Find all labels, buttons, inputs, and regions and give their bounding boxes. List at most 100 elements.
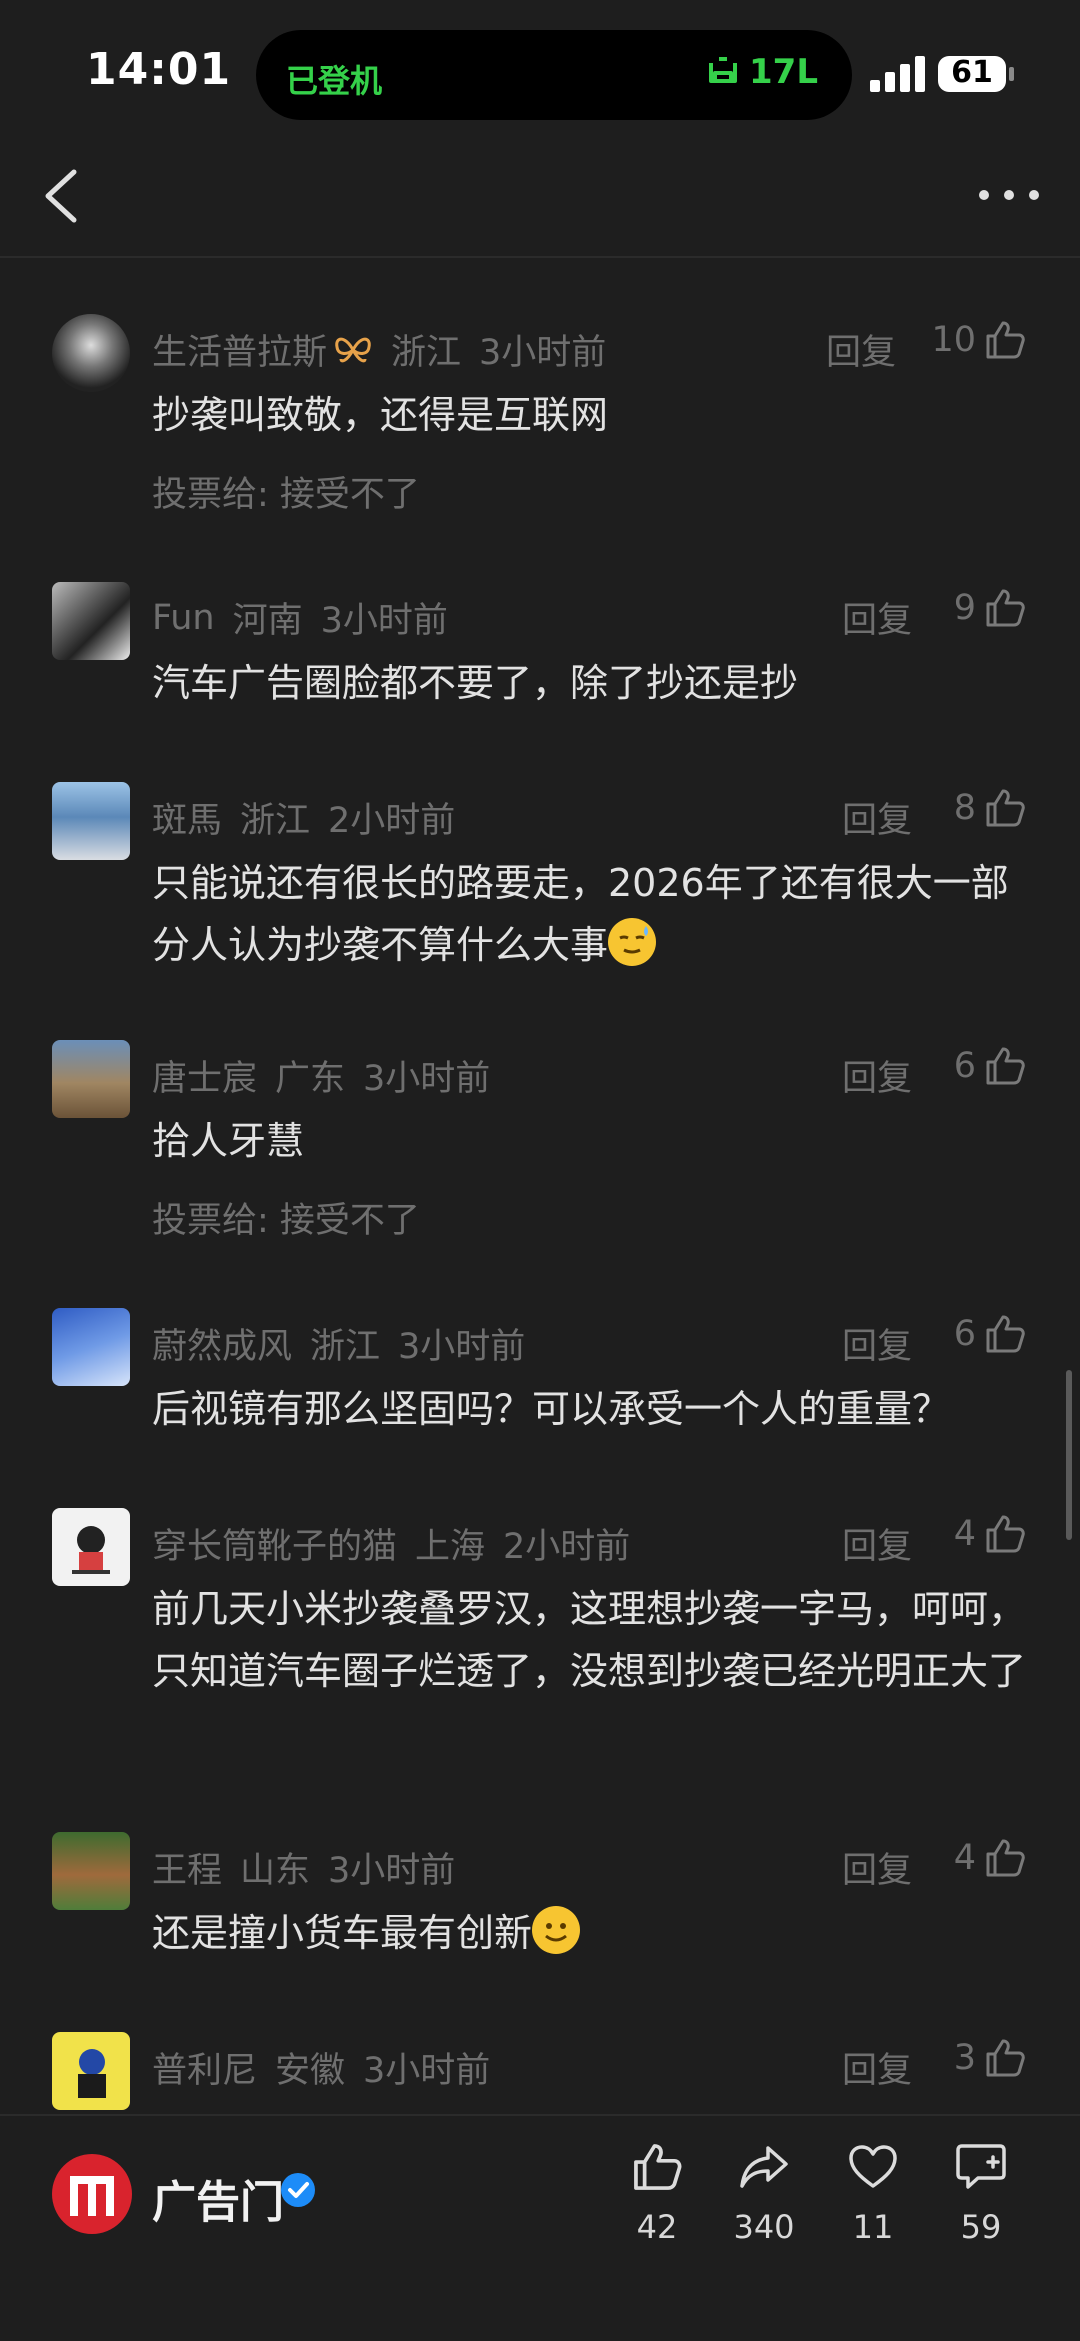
user-location: 广东	[275, 1059, 346, 1099]
thumb-up-icon	[986, 1047, 1025, 1085]
user-location: 上海	[415, 1527, 486, 1567]
username[interactable]: 王程	[152, 1842, 222, 1893]
comment-time: 3小时前	[320, 601, 448, 641]
username[interactable]: 蔚然成风	[152, 1318, 292, 1369]
avatar[interactable]	[52, 1508, 130, 1586]
back-icon[interactable]	[36, 166, 88, 226]
reply-button[interactable]: 回复	[842, 1842, 912, 1893]
verified-icon	[281, 2173, 315, 2207]
like-count: 3	[953, 2038, 976, 2078]
comment-text: 抄袭叫致敬，还得是互联网	[152, 393, 609, 437]
comment-item: 穿长筒靴子的猫 上海 2小时前 回复 4 前几天小米抄袭叠罗汉，这理想抄袭一字马…	[0, 1508, 1080, 1778]
signal-icon	[870, 56, 925, 92]
thumb-up-icon	[986, 1515, 1025, 1553]
comment-meta: Fun 河南 3小时前	[152, 592, 466, 643]
battery-icon: 61	[938, 54, 1016, 94]
scrollbar[interactable]	[1066, 1370, 1072, 1540]
comment-time: 3小时前	[398, 1327, 526, 1367]
comment-text: 还是撞小货车最有创新	[152, 1902, 1032, 1964]
comment-meta: 穿长筒靴子的猫 上海 2小时前	[152, 1518, 648, 1569]
comment-text: 只能说还有很长的路要走，2026年了还有很大一部分人认为抄袭不算什么大事	[152, 852, 1032, 976]
comment-time: 3小时前	[328, 1851, 456, 1891]
user-location: 浙江	[391, 333, 462, 373]
reply-button[interactable]: 回复	[842, 792, 912, 843]
user-location: 浙江	[240, 801, 311, 841]
username[interactable]: 唐士宸	[152, 1050, 257, 1101]
like-count: 6	[953, 1314, 976, 1354]
status-time: 14:01	[86, 44, 232, 95]
like-button[interactable]: 4	[954, 1514, 1026, 1554]
avatar[interactable]	[52, 582, 130, 660]
comment-text: 前几天小米抄袭叠罗汉，这理想抄袭一字马，呵呵，只知道汽车圈子烂透了，没想到抄袭已…	[152, 1587, 1027, 1693]
avatar[interactable]	[52, 1308, 130, 1386]
like-button[interactable]: 8	[954, 788, 1026, 828]
user-location: 山东	[240, 1851, 311, 1891]
comment-text-content: 只能说还有很长的路要走，2026年了还有很大一部分人认为抄袭不算什么大事	[152, 861, 1009, 967]
smile-emoji-icon	[532, 1906, 581, 1954]
battery-level: 61	[951, 55, 993, 90]
username[interactable]: 普利尼	[152, 2042, 257, 2093]
comment-button[interactable]: 59	[936, 2142, 1026, 2246]
avatar[interactable]	[52, 314, 130, 392]
status-bar: 14:01 已登机 17L 61	[0, 0, 1080, 130]
reply-button[interactable]: 回复	[842, 2042, 912, 2093]
thumb-up-icon	[986, 1315, 1025, 1353]
flight-status: 已登机	[286, 62, 383, 100]
avatar[interactable]	[52, 1832, 130, 1910]
comment-item: 生活普拉斯 浙江 3小时前 回复 10 抄袭叫致敬，还得是互联网 投票给: 接受…	[0, 314, 1080, 534]
comment-text: 后视镜有那么坚固吗？可以承受一个人的重量？	[152, 1387, 951, 1431]
username[interactable]: 斑馬	[152, 792, 222, 843]
like-count: 9	[953, 588, 976, 628]
comment-text: 汽车广告圈脸都不要了，除了抄还是抄	[152, 661, 799, 705]
like-count: 4	[953, 1838, 976, 1878]
comment-meta: 蔚然成风 浙江 3小时前	[152, 1318, 543, 1369]
comment-count: 59	[960, 2208, 1002, 2246]
thumb-up-icon	[986, 1839, 1025, 1877]
like-button[interactable]: 10	[931, 320, 1026, 360]
like-button[interactable]: 3	[954, 2038, 1026, 2078]
comment-list[interactable]: 生活普拉斯 浙江 3小时前 回复 10 抄袭叫致敬，还得是互联网 投票给: 接受…	[0, 258, 1080, 2114]
more-icon[interactable]	[974, 170, 1044, 220]
username[interactable]: Fun	[152, 598, 215, 638]
gate-seat-icon	[709, 57, 738, 83]
like-post-button[interactable]: 42	[612, 2142, 702, 2246]
user-location: 安徽	[275, 2051, 346, 2091]
share-icon	[740, 2146, 788, 2188]
like-button[interactable]: 6	[954, 1314, 1026, 1354]
thumb-up-icon	[634, 2144, 682, 2190]
comment-meta: 王程 山东 3小时前	[152, 1842, 473, 1893]
reply-button[interactable]: 回复	[826, 324, 896, 375]
comment-add-icon	[956, 2144, 1006, 2189]
reply-button[interactable]: 回复	[842, 592, 912, 643]
like-count: 4	[953, 1514, 976, 1554]
flight-gate: 17L	[705, 52, 818, 92]
like-button[interactable]: 9	[954, 588, 1026, 628]
username[interactable]: 穿长筒靴子的猫	[152, 1518, 397, 1569]
avatar[interactable]	[52, 2032, 130, 2110]
reply-button[interactable]: 回复	[842, 1050, 912, 1101]
share-button[interactable]: 340	[719, 2142, 809, 2246]
comment-time: 3小时前	[363, 2051, 491, 2091]
sweat-smile-emoji-icon	[608, 918, 657, 966]
vote-tag: 投票给: 接受不了	[152, 1201, 420, 1241]
comment-text: 拾人牙慧	[152, 1119, 305, 1163]
comment-meta: 斑馬 浙江 2小时前	[152, 792, 473, 843]
dynamic-island[interactable]: 已登机 17L	[256, 30, 852, 120]
share-count: 340	[733, 2208, 795, 2246]
heart-icon	[849, 2145, 897, 2188]
favorite-button[interactable]: 11	[828, 2142, 918, 2246]
comment-item: Fun 河南 3小时前 回复 9 汽车广告圈脸都不要了，除了抄还是抄	[0, 582, 1080, 732]
butterfly-icon	[335, 337, 371, 362]
like-button[interactable]: 6	[954, 1046, 1026, 1086]
avatar[interactable]	[52, 782, 130, 860]
avatar[interactable]	[52, 1040, 130, 1118]
reply-button[interactable]: 回复	[842, 1318, 912, 1369]
reply-button[interactable]: 回复	[842, 1518, 912, 1569]
brand-avatar[interactable]	[52, 2154, 132, 2234]
favorite-count: 11	[852, 2208, 894, 2246]
like-button[interactable]: 4	[954, 1838, 1026, 1878]
username[interactable]: 生活普拉斯	[152, 324, 327, 375]
brand-name[interactable]: 广告门	[152, 2166, 284, 2230]
comment-item: 王程 山东 3小时前 回复 4 还是撞小货车最有创新	[0, 1832, 1080, 1982]
like-post-count: 42	[636, 2208, 678, 2246]
